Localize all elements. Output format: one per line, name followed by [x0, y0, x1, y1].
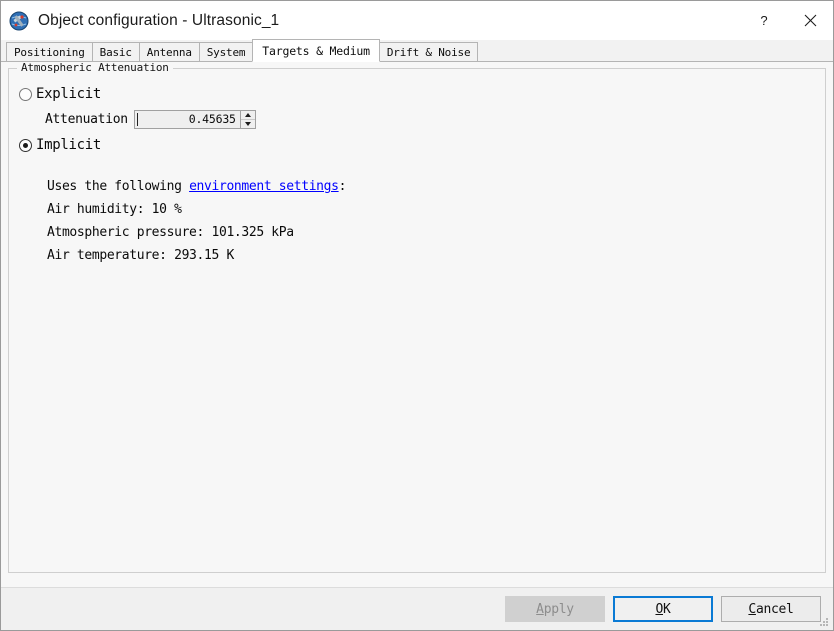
- tab-positioning[interactable]: Positioning: [6, 42, 93, 61]
- spinner-down-icon[interactable]: [241, 120, 255, 128]
- dialog-footer: Apply OK Cancel: [1, 587, 833, 630]
- spinner-arrows: [239, 110, 255, 128]
- cancel-button[interactable]: Cancel: [721, 596, 821, 622]
- apply-accel: A: [536, 601, 544, 617]
- tab-antenna[interactable]: Antenna: [138, 42, 200, 61]
- ok-label: K: [663, 601, 671, 617]
- radio-row-explicit[interactable]: Explicit: [19, 83, 821, 105]
- window-title: Object configuration - Ultrasonic_1: [38, 11, 280, 29]
- close-icon[interactable]: [787, 1, 833, 40]
- info-air-humidity: Air humidity: 10 %: [47, 202, 182, 217]
- tab-targets-and-medium[interactable]: Targets & Medium: [252, 39, 380, 62]
- radio-implicit[interactable]: [19, 138, 32, 152]
- spinner-up-icon[interactable]: [240, 111, 255, 120]
- attenuation-label: Attenuation: [45, 111, 128, 127]
- help-button[interactable]: ?: [741, 1, 787, 40]
- tab-system[interactable]: System: [198, 42, 254, 61]
- title-bar: Object configuration - Ultrasonic_1 ?: [1, 1, 833, 40]
- radio-implicit-label: Implicit: [36, 137, 102, 153]
- atmospheric-attenuation-group: Atmospheric Attenuation Explicit Attenua…: [8, 62, 826, 573]
- apply-label: pply: [543, 601, 574, 617]
- tab-content-panel: Atmospheric Attenuation Explicit Attenua…: [1, 62, 833, 587]
- info-intro-prefix: Uses the following: [47, 179, 190, 194]
- info-intro-suffix: :: [338, 179, 347, 194]
- ok-accel: O: [655, 601, 663, 617]
- info-intro-line: Uses the following environment settings:: [47, 175, 821, 198]
- ok-button[interactable]: OK: [613, 596, 713, 622]
- radio-explicit-label: Explicit: [36, 86, 102, 102]
- dialog-window: Object configuration - Ultrasonic_1 ? Po…: [0, 0, 834, 631]
- cancel-label: ancel: [755, 601, 794, 617]
- attenuation-spinner[interactable]: 0.45635: [133, 109, 256, 129]
- info-atmospheric-pressure: Atmospheric pressure: 101.325 kPa: [47, 225, 294, 240]
- tab-bar: Positioning Basic Antenna System Targets…: [1, 39, 833, 62]
- radio-row-implicit[interactable]: Implicit: [19, 134, 821, 156]
- satellite-globe-icon: [9, 11, 29, 31]
- tab-drift-and-noise[interactable]: Drift & Noise: [378, 42, 479, 61]
- environment-info-block: Uses the following environment settings:…: [47, 175, 821, 267]
- attenuation-row: Attenuation 0.45635: [45, 106, 821, 132]
- svg-text:?: ?: [760, 14, 767, 28]
- info-air-temperature: Air temperature: 293.15 K: [47, 248, 234, 263]
- group-title: Atmospheric Attenuation: [17, 62, 173, 74]
- cancel-accel: C: [748, 601, 756, 617]
- environment-settings-link[interactable]: environment settings: [189, 179, 339, 194]
- radio-explicit[interactable]: [19, 87, 32, 101]
- title-bar-buttons: ?: [741, 1, 833, 40]
- tab-basic[interactable]: Basic: [91, 42, 140, 61]
- resize-grip[interactable]: [818, 616, 830, 628]
- attenuation-input[interactable]: 0.45635: [138, 111, 240, 128]
- apply-button[interactable]: Apply: [505, 596, 605, 622]
